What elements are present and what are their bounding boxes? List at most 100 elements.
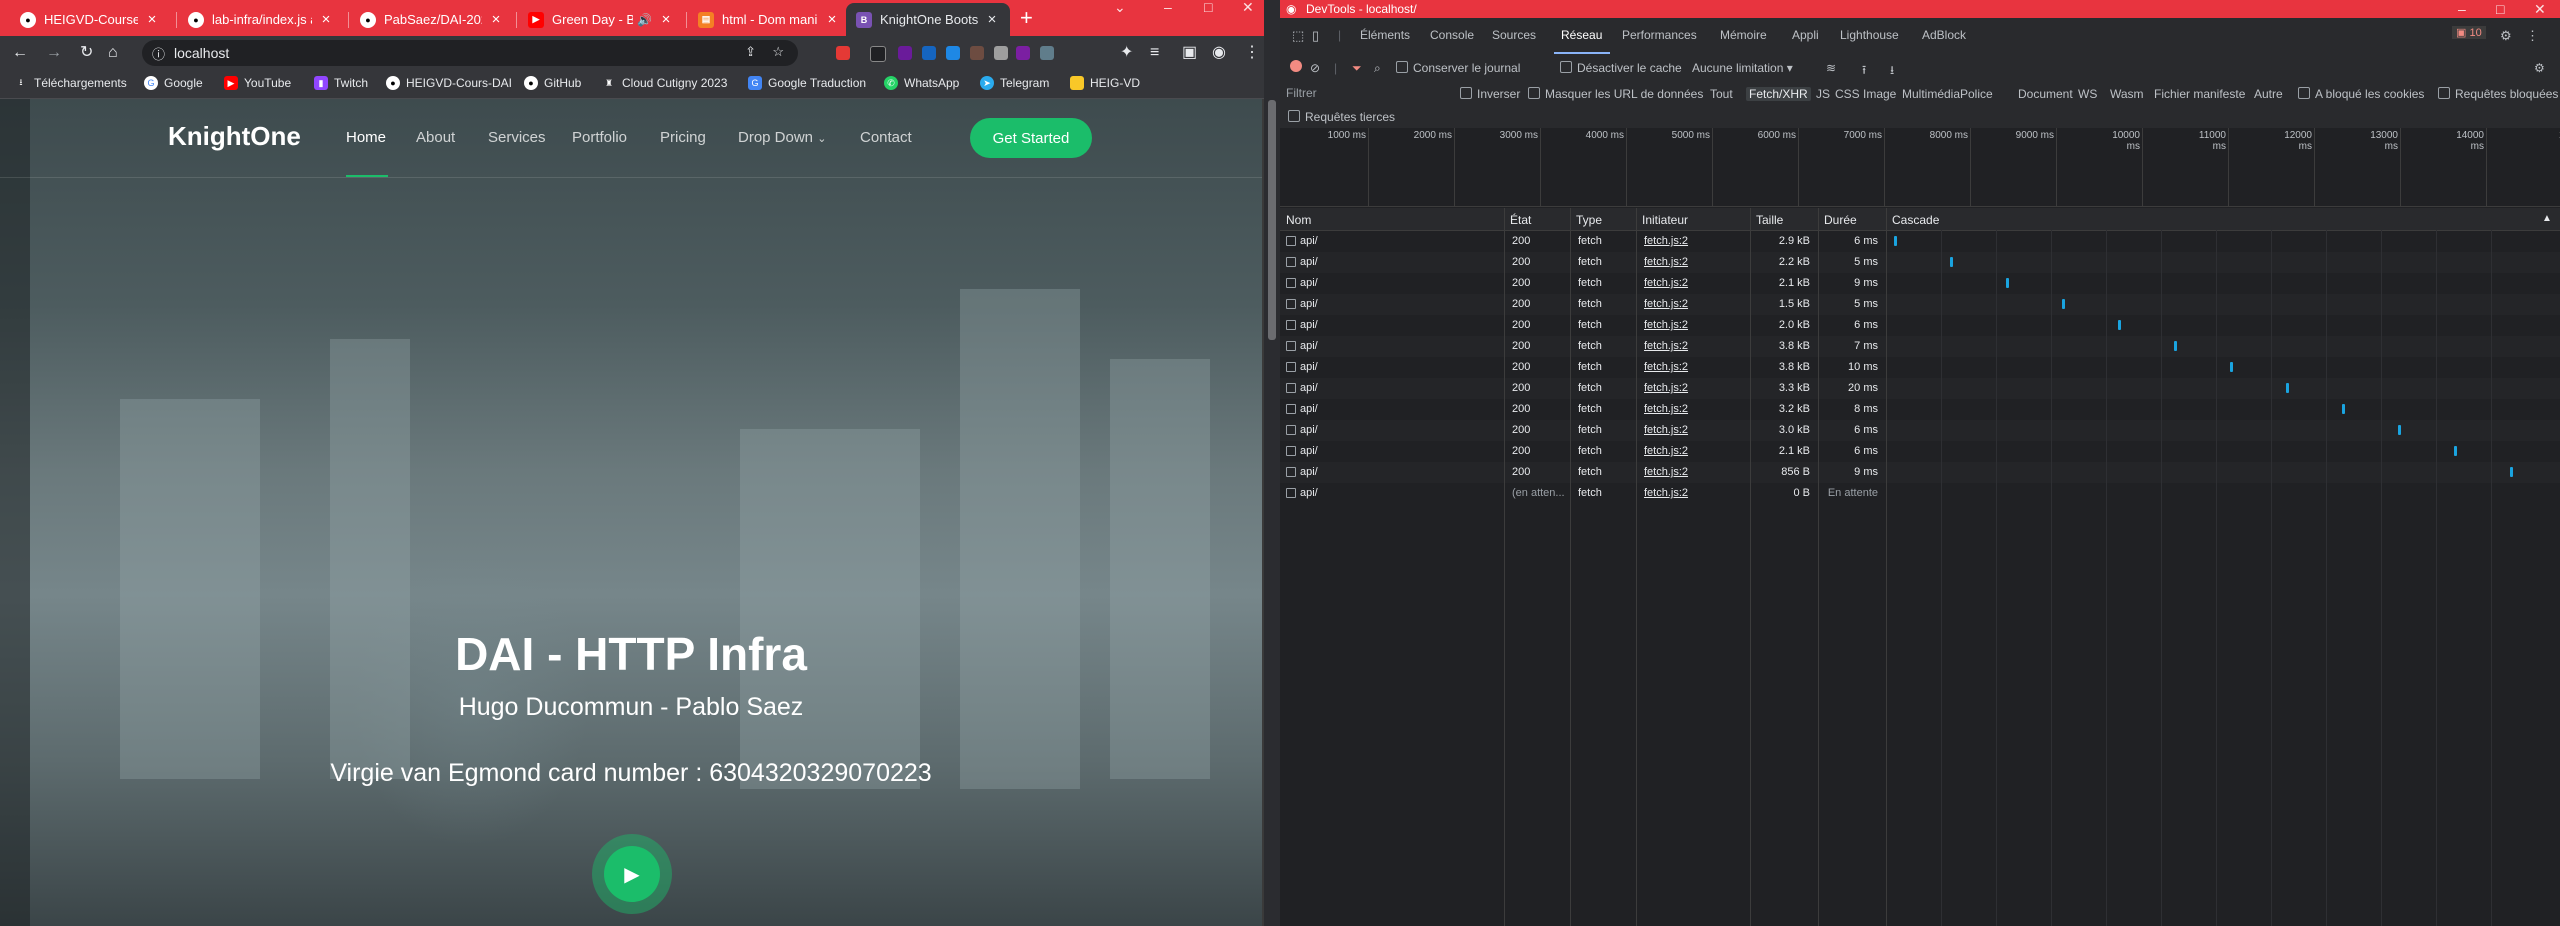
request-initiator[interactable]: fetch.js:2 [1644, 340, 1688, 352]
request-row[interactable]: api/200 fetch fetch.js:2 2.1 kB 9 ms [1280, 273, 2560, 294]
tab-knightone[interactable]: B KnightOne Bootstrap × [846, 3, 1010, 36]
close-tab-icon[interactable]: × [658, 11, 674, 28]
tab-elements[interactable]: Éléments [1360, 28, 1410, 42]
extension-icon[interactable] [1016, 46, 1030, 60]
tab-heigvd-course[interactable]: ● HEIGVD-Course-DAI × [10, 3, 170, 36]
request-initiator[interactable]: fetch.js:2 [1644, 424, 1688, 436]
nav-services[interactable]: Services [488, 129, 546, 146]
import-har-icon[interactable]: ⭱ [1862, 61, 1866, 82]
request-initiator[interactable]: fetch.js:2 [1644, 235, 1688, 247]
tab-application[interactable]: Appli [1792, 28, 1819, 42]
nav-contact[interactable]: Contact [860, 129, 912, 146]
network-overview-timeline[interactable]: 1000 ms 2000 ms 3000 ms 4000 ms 5000 ms 6000 … [1280, 128, 2560, 207]
request-row[interactable]: api/200 fetch fetch.js:2 3.8 kB 7 ms [1280, 336, 2560, 357]
get-started-button[interactable]: Get Started [970, 118, 1092, 158]
request-row[interactable]: api/200 fetch fetch.js:2 1.5 kB 5 ms [1280, 294, 2560, 315]
tab-console[interactable]: Console [1430, 28, 1474, 42]
bookmark-twitch[interactable]: ▮ Twitch [314, 76, 368, 90]
col-name[interactable]: Nom [1286, 213, 1311, 227]
filter-type-all[interactable]: Tout [1710, 87, 1733, 101]
extension-icon[interactable] [946, 46, 960, 60]
column-divider[interactable] [1570, 208, 1571, 926]
filter-type-css[interactable]: CSS [1835, 87, 1860, 101]
side-panel-icon[interactable]: ▣ [1182, 44, 1197, 62]
row-checkbox[interactable] [1286, 446, 1296, 456]
request-row[interactable]: api/200 fetch fetch.js:2 856 B 9 ms [1280, 462, 2560, 483]
filter-type-fetch-xhr[interactable]: Fetch/XHR [1746, 87, 1811, 101]
bookmark-whatsapp[interactable]: ✆ WhatsApp [884, 76, 959, 90]
device-toolbar-icon[interactable]: ▯ [1312, 28, 1319, 44]
media-control-icon[interactable]: ≡ [1150, 44, 1159, 62]
clear-icon[interactable]: ⊘ [1310, 61, 1320, 75]
bookmark-github[interactable]: ● GitHub [524, 76, 581, 90]
extension-icon[interactable] [970, 46, 984, 60]
tab-pabsaez[interactable]: ● PabSaez/DAI-2023 × [350, 3, 514, 36]
bookmark-cloud-cutigny[interactable]: ♜ Cloud Cutigny 2023 [602, 76, 727, 90]
tab-dom-manipulation[interactable]: ▤ html - Dom manipu × [688, 3, 850, 36]
request-initiator[interactable]: fetch.js:2 [1644, 361, 1688, 373]
bookmark-google[interactable]: G Google [144, 76, 203, 90]
column-divider[interactable] [1886, 208, 1887, 926]
disable-cache-checkbox[interactable]: Désactiver le cache [1560, 61, 1682, 75]
search-icon[interactable]: ⌕ [1374, 61, 1381, 76]
col-initiator[interactable]: Initiateur [1642, 213, 1688, 227]
settings-gear-icon[interactable]: ⚙ [2500, 28, 2512, 44]
row-checkbox[interactable] [1286, 383, 1296, 393]
tab-lighthouse[interactable]: Lighthouse [1840, 28, 1899, 42]
window-scrollbar-thumb[interactable] [1268, 100, 1276, 340]
row-checkbox[interactable] [1286, 467, 1296, 477]
filter-type-other[interactable]: Autre [2254, 87, 2283, 101]
network-settings-icon[interactable]: ⚙ [2534, 61, 2545, 75]
row-checkbox[interactable] [1286, 362, 1296, 372]
request-initiator[interactable]: fetch.js:2 [1644, 277, 1688, 289]
preserve-log-checkbox[interactable]: Conserver le journal [1396, 61, 1520, 75]
extension-icon[interactable] [994, 46, 1008, 60]
request-initiator[interactable]: fetch.js:2 [1644, 382, 1688, 394]
blocked-requests-checkbox[interactable]: Requêtes bloquées [2438, 87, 2558, 101]
play-video-button[interactable]: ▶ [604, 846, 660, 902]
site-info-icon[interactable]: ⓘ [152, 44, 165, 63]
inspect-element-icon[interactable]: ⬚ [1292, 28, 1304, 44]
close-tab-icon[interactable]: × [488, 11, 504, 28]
request-row[interactable]: api/200 fetch fetch.js:2 3.8 kB 10 ms [1280, 357, 2560, 378]
row-checkbox[interactable] [1286, 236, 1296, 246]
close-tab-icon[interactable]: × [984, 11, 1000, 28]
col-time[interactable]: Durée [1824, 213, 1857, 227]
nav-dropdown[interactable]: Drop Down ⌄ [738, 129, 826, 146]
request-initiator[interactable]: fetch.js:2 [1644, 466, 1688, 478]
tab-green-day[interactable]: ▶ Green Day - Bo 🔊 × [518, 3, 684, 36]
extension-icon[interactable] [836, 46, 850, 60]
sort-ascending-icon[interactable]: ▲ [2542, 213, 2552, 224]
filter-type-js[interactable]: JS [1816, 87, 1830, 101]
bookmark-youtube[interactable]: ▶ YouTube [224, 76, 291, 90]
record-icon[interactable] [1290, 60, 1302, 72]
request-initiator[interactable]: fetch.js:2 [1644, 319, 1688, 331]
nav-pricing[interactable]: Pricing [660, 129, 706, 146]
filter-type-wasm[interactable]: Wasm [2110, 87, 2144, 101]
row-checkbox[interactable] [1286, 488, 1296, 498]
filter-funnel-icon[interactable]: ⏷ [1352, 61, 1362, 76]
hide-data-urls-checkbox[interactable]: Masquer les URL de données [1528, 87, 1703, 101]
bookmark-heig-vd[interactable]: HEIG-VD [1070, 76, 1140, 90]
minimize-icon[interactable]: – [1164, 0, 1172, 14]
tab-sources[interactable]: Sources [1492, 28, 1536, 42]
extension-icon[interactable] [1040, 46, 1054, 60]
forward-icon[interactable]: → [46, 44, 62, 62]
column-divider[interactable] [1504, 208, 1505, 926]
maximize-icon[interactable]: □ [2496, 2, 2504, 16]
request-initiator[interactable]: fetch.js:2 [1644, 487, 1688, 499]
request-row[interactable]: api/200 fetch fetch.js:2 2.0 kB 6 ms [1280, 315, 2560, 336]
col-type[interactable]: Type [1576, 213, 1602, 227]
column-divider[interactable] [1636, 208, 1637, 926]
address-bar[interactable]: ⓘ localhost ⇪ ☆ [142, 40, 798, 66]
home-icon[interactable]: ⌂ [108, 44, 118, 62]
close-tab-icon[interactable]: × [144, 11, 160, 28]
issues-badge[interactable]: ▣ 10 [2452, 26, 2486, 39]
column-divider[interactable] [1818, 208, 1819, 926]
bookmark-downloads[interactable]: ⭳ Téléchargements [14, 76, 126, 90]
nav-portfolio[interactable]: Portfolio [572, 129, 627, 146]
throttling-select[interactable]: Aucune limitation ▾ [1692, 61, 1793, 75]
filter-input[interactable]: Filtrer [1286, 86, 1317, 100]
share-icon[interactable]: ⇪ [745, 44, 756, 60]
bookmark-google-translate[interactable]: G Google Traduction [748, 76, 866, 90]
